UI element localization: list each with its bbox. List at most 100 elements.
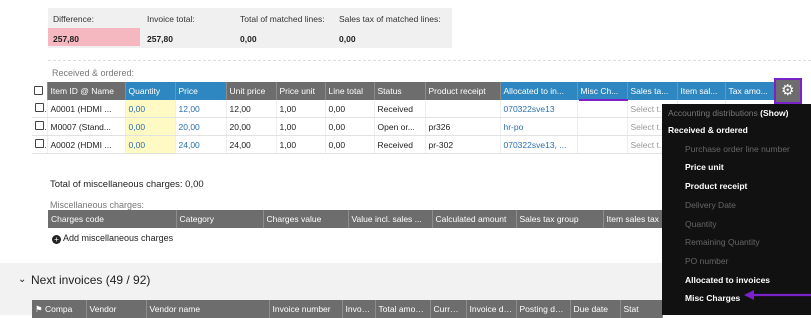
show-toggle[interactable]: (Show) xyxy=(760,108,788,118)
cell-line-total: 0,00 xyxy=(325,135,375,154)
menu-item-po-line-number[interactable]: Purchase order line number xyxy=(685,144,811,154)
col-item-id[interactable]: Item ID @ Name xyxy=(47,82,126,100)
row-checkbox[interactable] xyxy=(32,117,48,136)
next-invoices-title[interactable]: Next invoices (49 / 92) xyxy=(31,273,150,287)
cell-line-total: 0,00 xyxy=(325,100,375,118)
col-total-amount[interactable]: Total amount xyxy=(375,300,431,318)
col-product-receipt[interactable]: Product receipt xyxy=(425,82,501,100)
menu-item-accounting-distributions[interactable]: Accounting distributions (Show) xyxy=(668,108,811,118)
cell-price[interactable]: 24,00 xyxy=(175,135,227,154)
misc-charges-grid: Charges code Category Charges value Valu… xyxy=(48,210,669,228)
col-quantity[interactable]: Quantity xyxy=(125,82,176,100)
col-invoice-number[interactable]: Invoice number xyxy=(269,300,343,318)
cell-quantity[interactable]: 0,00 xyxy=(125,135,176,154)
menu-item-remaining-quantity[interactable]: Remaining Quantity xyxy=(685,237,811,247)
col-line-total[interactable]: Line total xyxy=(325,82,375,100)
cell-status: Received xyxy=(374,135,426,154)
matched-lines-value: 0,00 xyxy=(240,34,257,44)
gear-icon: ⚙ xyxy=(781,82,795,99)
difference-value: 257,80 xyxy=(53,34,79,44)
cell-status: Open or... xyxy=(374,117,426,136)
annotation-arrow-icon xyxy=(744,290,811,300)
sales-tax-label: Sales tax of matched lines: xyxy=(339,14,441,24)
cell-quantity[interactable]: 0,00 xyxy=(125,117,176,136)
invoice-summary: Difference: 257,80 Invoice total: 257,80… xyxy=(48,8,452,48)
cell-allocated[interactable]: 070322sve13 xyxy=(500,100,578,118)
col-vendor-name[interactable]: Vendor name xyxy=(146,300,270,318)
select-all-checkbox[interactable] xyxy=(32,82,48,100)
cell-price[interactable]: 12,00 xyxy=(175,100,227,118)
col-charges-code[interactable]: Charges code xyxy=(48,210,177,228)
col-item-sales-tax[interactable]: Item sales tax xyxy=(603,210,669,228)
misc-charges-highlight xyxy=(579,99,628,101)
col-price[interactable]: Price xyxy=(175,82,227,100)
col-currency[interactable]: Currenc xyxy=(430,300,467,318)
menu-item-delivery-date[interactable]: Delivery Date xyxy=(685,200,811,210)
col-vendor[interactable]: Vendor xyxy=(86,300,147,318)
col-calculated-amount[interactable]: Calculated amount xyxy=(432,210,517,228)
cell-price-unit: 1,00 xyxy=(276,117,326,136)
cell-allocated[interactable]: 070322sve13, ... xyxy=(500,135,578,154)
next-invoices-grid: ⚑ Compa Vendor Vendor name Invoice numbe… xyxy=(32,300,663,318)
menu-section-received-ordered[interactable]: Received & ordered xyxy=(668,125,811,135)
invoice-total-value: 257,80 xyxy=(147,34,173,44)
received-ordered-title: Received & ordered: xyxy=(52,68,135,78)
menu-item-quantity[interactable]: Quantity xyxy=(685,219,811,229)
col-sales-tax-group[interactable]: Sales tax group xyxy=(516,210,604,228)
col-status[interactable]: Stat xyxy=(620,300,663,318)
col-price-unit[interactable]: Price unit xyxy=(276,82,326,100)
col-status[interactable]: Status xyxy=(374,82,426,100)
cell-unit-price: 20,00 xyxy=(226,117,277,136)
col-company[interactable]: ⚑ Compa xyxy=(32,300,87,318)
cell-quantity[interactable]: 0,00 xyxy=(125,100,176,118)
col-allocated[interactable]: Allocated to in... xyxy=(500,82,578,100)
flag-icon: ⚑ xyxy=(35,303,45,314)
cell-unit-price: 12,00 xyxy=(226,100,277,118)
col-item-sales-tax[interactable]: Item sal... xyxy=(677,82,726,100)
cell-price-unit: 1,00 xyxy=(276,100,326,118)
cell-unit-price: 24,00 xyxy=(226,135,277,154)
col-misc-charges[interactable]: Misc Ch... xyxy=(577,82,628,100)
col-invoice[interactable]: Invoice xyxy=(342,300,376,318)
sales-tax-value: 0,00 xyxy=(339,34,356,44)
cell-item: A0002 (HDMI ... xyxy=(47,135,126,154)
cell-item: A0001 (HDMI ... xyxy=(47,100,126,118)
row-checkbox[interactable] xyxy=(32,100,48,118)
col-unit-price[interactable]: Unit price xyxy=(226,82,277,100)
column-chooser-menu: Accounting distributions (Show) Received… xyxy=(662,104,811,315)
col-sales-tax[interactable]: Sales ta... xyxy=(627,82,678,100)
cell-misc xyxy=(577,117,628,136)
col-due-date[interactable]: Due date xyxy=(570,300,621,318)
cell-price[interactable]: 20,00 xyxy=(175,117,227,136)
menu-item-product-receipt[interactable]: Product receipt xyxy=(685,181,811,191)
difference-label: Difference: xyxy=(53,14,94,24)
menu-item-price-unit[interactable]: Price unit xyxy=(685,162,811,172)
cell-line-total: 0,00 xyxy=(325,117,375,136)
misc-charges-title: Miscellaneous charges: xyxy=(50,200,145,210)
cell-item: M0007 (Stand... xyxy=(47,117,126,136)
col-charges-value[interactable]: Charges value xyxy=(263,210,349,228)
misc-charges-total: Total of miscellaneous charges: 0,00 xyxy=(50,179,204,190)
cell-misc xyxy=(577,135,628,154)
row-checkbox[interactable] xyxy=(32,135,48,154)
column-settings-button[interactable]: ⚙ xyxy=(774,78,802,104)
cell-price-unit: 1,00 xyxy=(276,135,326,154)
menu-item-po-number[interactable]: PO number xyxy=(685,256,811,266)
cell-misc xyxy=(577,100,628,118)
col-tax-amount[interactable]: Tax amo... xyxy=(725,82,775,100)
cell-receipt: pr-302 xyxy=(425,135,501,154)
invoice-total-label: Invoice total: xyxy=(147,14,195,24)
cell-allocated[interactable]: hr-po xyxy=(500,117,578,136)
chevron-down-icon[interactable]: ⌄ xyxy=(18,274,26,285)
plus-circle-icon: + xyxy=(52,235,61,244)
menu-item-allocated-to-invoices[interactable]: Allocated to invoices xyxy=(685,275,811,285)
col-value-incl-tax[interactable]: Value incl. sales ... xyxy=(348,210,433,228)
col-posting-date[interactable]: Posting date xyxy=(516,300,571,318)
cell-receipt xyxy=(425,100,501,118)
matched-lines-label: Total of matched lines: xyxy=(240,14,325,24)
add-misc-charges-button[interactable]: + Add miscellaneous charges xyxy=(52,233,173,244)
col-invoice-date[interactable]: Invoice date xyxy=(466,300,517,318)
cell-receipt: pr326 xyxy=(425,117,501,136)
cell-status: Received xyxy=(374,100,426,118)
col-category[interactable]: Category xyxy=(176,210,264,228)
